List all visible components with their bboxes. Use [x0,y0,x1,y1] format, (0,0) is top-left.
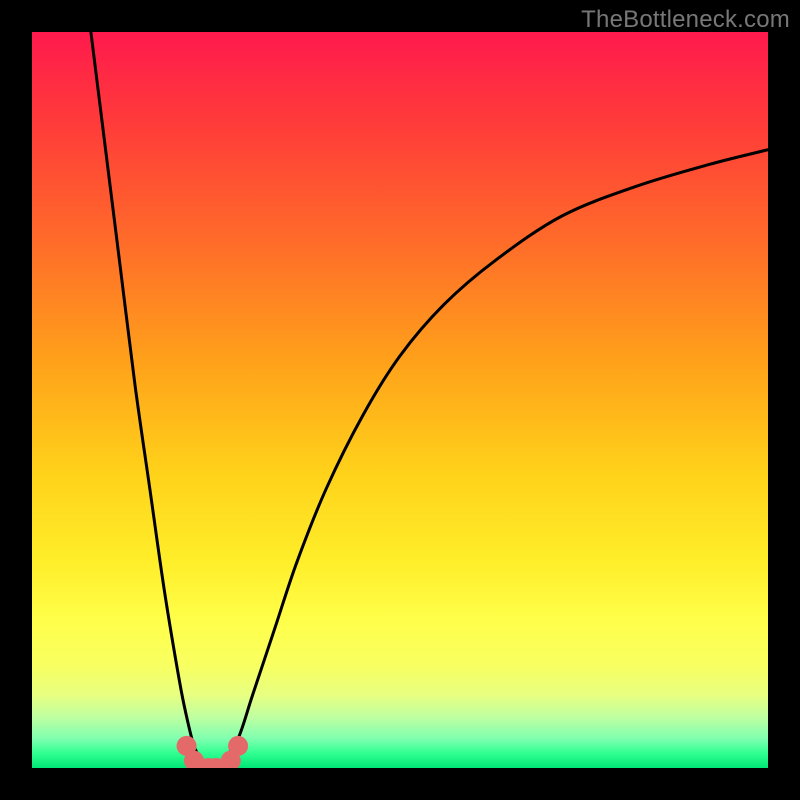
valley-markers [177,736,249,768]
bottleneck-curve [91,32,768,768]
curve-svg [32,32,768,768]
chart-frame: TheBottleneck.com [0,0,800,800]
bottleneck-path [91,32,768,768]
valley-marker [228,736,248,756]
watermark-text: TheBottleneck.com [581,6,790,34]
plot-area [32,32,768,768]
